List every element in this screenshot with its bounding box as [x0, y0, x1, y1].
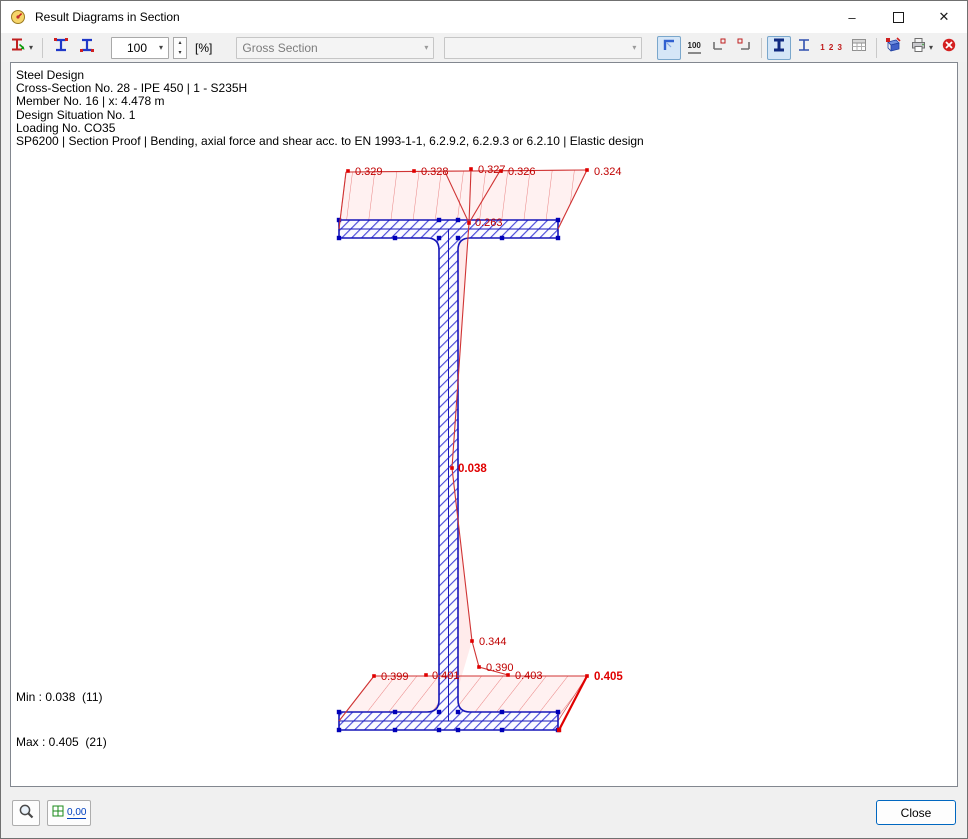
zoom-spinner[interactable]: ▴ ▾ [173, 37, 187, 59]
scale-100-button[interactable]: 100 [682, 36, 706, 60]
result-point-combobox[interactable]: ▾ [444, 37, 642, 59]
print-button[interactable]: ▾ [907, 36, 936, 60]
chevron-down-icon: ▾ [929, 44, 933, 52]
diagram-min-value-label: 0.038 [458, 463, 487, 475]
stress-points-button[interactable] [49, 36, 73, 60]
table-grid-icon [851, 38, 867, 57]
diagram-max-value-label: 0.405 [594, 671, 623, 683]
minimize-icon: – [848, 10, 855, 25]
diagram-value-label: 0.403 [515, 670, 543, 682]
spin-up-icon: ▴ [174, 38, 186, 48]
stress-point-numbers-button[interactable] [75, 36, 99, 60]
spin-down-icon: ▾ [174, 48, 186, 58]
grid-value: 0,00 [67, 807, 86, 819]
cross-section-shape [339, 220, 558, 730]
info-line: Member No. 16 | x: 4.478 m [16, 95, 644, 108]
chevron-down-icon: ▾ [29, 44, 33, 52]
min-max-block: Min : 0.038 (11) Max : 0.405 (21) [16, 660, 107, 780]
drawing-area[interactable]: Steel Design Cross-Section No. 28 - IPE … [10, 62, 958, 787]
results-selector-button[interactable]: ▾ [7, 36, 36, 60]
min-value-text: Min : 0.038 (11) [16, 690, 107, 705]
diagram-value-label: 0.329 [355, 166, 383, 178]
grid-snap-button[interactable]: 0,00 [47, 800, 91, 826]
stress-points-icon [53, 37, 69, 58]
result-info-block: Steel Design Cross-Section No. 28 - IPE … [16, 69, 644, 148]
max-value-text: Max : 0.405 (21) [16, 735, 107, 750]
magnifier-icon [18, 803, 35, 823]
section-filled-icon [771, 37, 787, 58]
close-results-button[interactable] [937, 36, 961, 60]
zoom-value: 100 [117, 41, 157, 55]
printer-icon [910, 37, 927, 58]
red-cancel-icon [941, 37, 957, 58]
chevron-down-icon: ▾ [632, 44, 636, 52]
close-window-button[interactable]: ✕ [921, 1, 967, 33]
result-diagrams-window: Result Diagrams in Section – ✕ ▾ [0, 0, 968, 839]
toolbar-right-group: 100 [657, 36, 961, 60]
diagram-left-icon [711, 37, 727, 58]
maximize-button[interactable] [875, 1, 921, 33]
diagram-right-icon [736, 37, 752, 58]
chevron-down-icon: ▾ [424, 44, 428, 52]
zoom-tool-button[interactable] [12, 800, 40, 826]
close-button[interactable]: Close [876, 800, 956, 825]
window-controls: – ✕ [829, 1, 967, 33]
toolbar-separator [761, 38, 762, 58]
diagram-value-label: 0.399 [381, 671, 409, 683]
diagram-value-label: 0.326 [508, 166, 536, 178]
fit-selection-button[interactable] [657, 36, 681, 60]
maximize-icon [893, 12, 904, 23]
show-section-outline-button[interactable] [792, 36, 816, 60]
stress-point-numbers-icon [79, 37, 95, 58]
toolbar-separator [876, 38, 877, 58]
section-diagram-canvas: 0.329 0.328 0.327 0.326 0.324 0.263 0.03… [11, 63, 957, 786]
numbering-icon: 1 2 3 [820, 43, 843, 52]
toolbar-separator [42, 38, 43, 58]
show-numbering-button[interactable]: 1 2 3 [817, 36, 846, 60]
dialog-gauge-icon [10, 9, 26, 25]
render-3d-button[interactable] [882, 36, 906, 60]
chevron-down-icon: ▾ [159, 44, 163, 52]
diagram-value-label: 0.401 [432, 670, 460, 682]
result-diagram-icon [10, 37, 27, 58]
diagram-value-label: 0.324 [594, 166, 622, 178]
minimize-button[interactable]: – [829, 1, 875, 33]
titlebar: Result Diagrams in Section – ✕ [1, 1, 967, 33]
section-combobox[interactable]: Gross Section ▾ [236, 37, 434, 59]
diagram-right-button[interactable] [732, 36, 756, 60]
beam-3d-icon [885, 37, 902, 58]
close-icon: ✕ [939, 9, 950, 25]
result-diagram-regions [339, 170, 587, 721]
section-outline-icon [796, 37, 812, 58]
section-combobox-value: Gross Section [242, 41, 422, 55]
diagram-value-label: 0.344 [479, 636, 507, 648]
grid-icon [52, 805, 64, 820]
footer-bar: 0,00 Close [1, 787, 967, 838]
show-section-filled-button[interactable] [767, 36, 791, 60]
diagram-value-label: 0.328 [421, 166, 449, 178]
info-line: Design Situation No. 1 [16, 109, 644, 122]
diagram-value-label: 0.390 [486, 662, 514, 674]
percent-label: [%] [195, 41, 212, 55]
toolbar: ▾ 100 ▾ [1, 33, 967, 62]
info-line: SP6200 | Section Proof | Bending, axial … [16, 135, 644, 148]
diagram-value-label: 0.327 [478, 164, 506, 176]
result-value-labels: 0.329 0.328 0.327 0.326 0.324 0.263 0.03… [355, 164, 623, 683]
diagram-value-label: 0.263 [475, 217, 503, 229]
scale-100-icon: 100 [688, 41, 701, 54]
diagram-left-button[interactable] [707, 36, 731, 60]
window-title: Result Diagrams in Section [35, 10, 180, 24]
zoom-combobox[interactable]: 100 ▾ [111, 37, 169, 59]
result-table-button[interactable] [847, 36, 871, 60]
corner-ruler-icon [661, 37, 677, 58]
